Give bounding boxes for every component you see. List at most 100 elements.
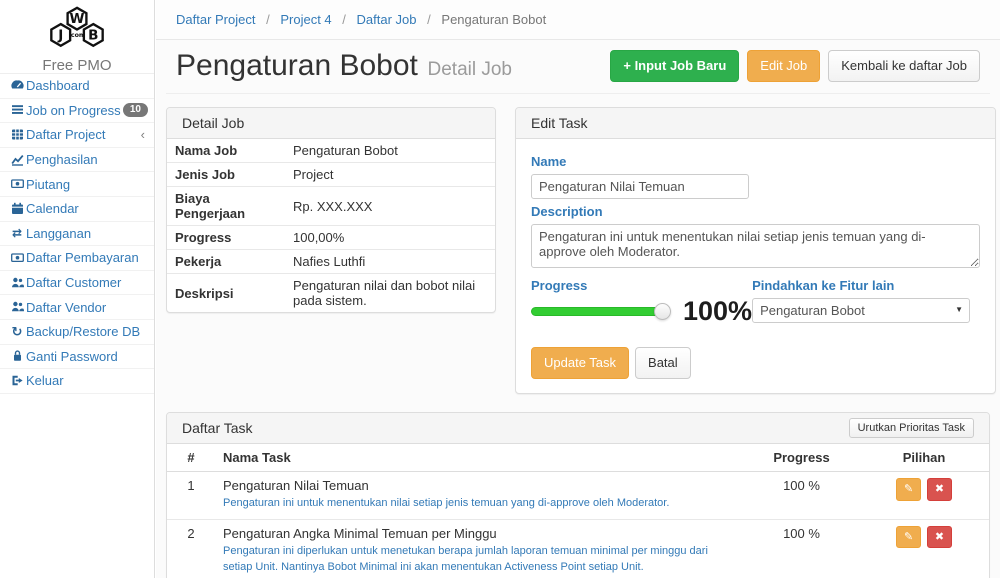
breadcrumb-link-daftar-project[interactable]: Daftar Project bbox=[176, 12, 255, 27]
progress-percent-value: 100% bbox=[683, 298, 752, 325]
money-icon bbox=[8, 177, 26, 191]
users-icon bbox=[8, 276, 26, 290]
users-icon bbox=[8, 300, 26, 314]
sidebar-menu: Dashboard Job on Progress 10 Daftar Proj… bbox=[0, 74, 154, 394]
pindahkan-label: Pindahkan ke Fitur lain bbox=[752, 278, 980, 293]
sidebar-item-backup-restore[interactable]: ↻ Backup/Restore DB bbox=[0, 320, 154, 345]
detail-label: Nama Job bbox=[167, 139, 285, 163]
input-job-baru-label: Input Job Baru bbox=[635, 58, 727, 73]
sidebar-item-daftar-project[interactable]: Daftar Project ‹ bbox=[0, 123, 154, 148]
column-header-progress: Progress bbox=[744, 444, 859, 472]
batal-button[interactable]: Batal bbox=[635, 347, 691, 379]
sidebar-item-label: Daftar Project bbox=[26, 127, 141, 142]
sidebar-item-label: Daftar Pembayaran bbox=[26, 250, 148, 265]
column-header-pilihan: Pilihan bbox=[859, 444, 989, 472]
breadcrumb-separator: / bbox=[420, 12, 438, 27]
update-task-button[interactable]: Update Task bbox=[531, 347, 629, 379]
sidebar-item-piutang[interactable]: Piutang bbox=[0, 172, 154, 197]
progress-slider[interactable] bbox=[531, 307, 663, 316]
job-count-badge: 10 bbox=[123, 103, 148, 117]
table-row: 1 Pengaturan Nilai Temuan Pengaturan ini… bbox=[167, 472, 989, 520]
task-num: 1 bbox=[167, 472, 215, 520]
chevron-left-icon: ‹ bbox=[141, 127, 148, 142]
brand-name: Free PMO bbox=[0, 57, 154, 74]
table-row: Biaya Pengerjaan Rp. XXX.XXX bbox=[167, 187, 495, 226]
column-header-num: # bbox=[167, 444, 215, 472]
page: W J B .com Free PMO Dashboard Job on Pro… bbox=[0, 0, 1000, 578]
detail-job-table: Nama Job Pengaturan Bobot Jenis Job Proj… bbox=[167, 139, 495, 312]
delete-task-button[interactable]: ✖ bbox=[927, 526, 952, 548]
table-icon bbox=[8, 128, 26, 142]
sidebar-item-job-on-progress[interactable]: Job on Progress 10 bbox=[0, 99, 154, 124]
progress-slider-handle[interactable] bbox=[654, 303, 671, 320]
task-progress: 100 % bbox=[744, 519, 859, 578]
calendar-icon bbox=[8, 202, 26, 216]
list-icon bbox=[8, 103, 26, 117]
sidebar-item-daftar-pembayaran[interactable]: Daftar Pembayaran bbox=[0, 246, 154, 271]
x-icon: ✖ bbox=[935, 531, 944, 543]
delete-task-button[interactable]: ✖ bbox=[927, 478, 952, 500]
sidebar-item-label: Calendar bbox=[26, 201, 148, 216]
sidebar-item-ganti-password[interactable]: Ganti Password bbox=[0, 345, 154, 370]
sidebar-item-daftar-customer[interactable]: Daftar Customer bbox=[0, 271, 154, 296]
detail-label: Biaya Pengerjaan bbox=[167, 187, 285, 226]
logo[interactable]: W J B .com Free PMO bbox=[0, 0, 154, 74]
kembali-ke-daftar-job-button[interactable]: Kembali ke daftar Job bbox=[828, 50, 980, 82]
sidebar-item-keluar[interactable]: Keluar bbox=[0, 369, 154, 394]
detail-value: Nafies Luthfi bbox=[285, 250, 495, 274]
sidebar-item-langganan[interactable]: ⇄ Langganan bbox=[0, 222, 154, 247]
edit-job-button[interactable]: Edit Job bbox=[747, 50, 820, 82]
table-row: 2 Pengaturan Angka Minimal Temuan per Mi… bbox=[167, 519, 989, 578]
breadcrumb-separator: / bbox=[335, 12, 353, 27]
detail-value: Rp. XXX.XXX bbox=[285, 187, 495, 226]
edit-task-button[interactable]: ✎ bbox=[896, 478, 921, 500]
task-table: # Nama Task Progress Pilihan 1 Pengatura… bbox=[167, 444, 989, 578]
sidebar-item-penghasilan[interactable]: Penghasilan bbox=[0, 148, 154, 173]
table-row: Pekerja Nafies Luthfi bbox=[167, 250, 495, 274]
sidebar-item-label: Langganan bbox=[26, 226, 148, 241]
refresh-icon: ↻ bbox=[8, 324, 26, 340]
gauge-icon bbox=[8, 79, 26, 93]
detail-value: 100,00% bbox=[285, 226, 495, 250]
detail-label: Jenis Job bbox=[167, 163, 285, 187]
breadcrumb-separator: / bbox=[259, 12, 277, 27]
detail-value: Pengaturan Bobot bbox=[285, 139, 495, 163]
retweet-icon: ⇄ bbox=[8, 226, 26, 240]
task-progress: 100 % bbox=[744, 472, 859, 520]
sidebar-item-label: Dashboard bbox=[26, 78, 148, 93]
sidebar-item-dashboard[interactable]: Dashboard bbox=[0, 74, 154, 99]
page-title-block: Pengaturan Bobot Detail Job bbox=[176, 49, 512, 83]
jwb-logo-icon: W J B .com bbox=[29, 6, 125, 53]
task-num: 2 bbox=[167, 519, 215, 578]
pindahkan-select[interactable]: Pengaturan Bobot bbox=[752, 298, 970, 323]
sidebar-item-daftar-vendor[interactable]: Daftar Vendor bbox=[0, 295, 154, 320]
breadcrumb: Daftar Project / Project 4 / Daftar Job … bbox=[156, 0, 1000, 40]
sidebar-item-label: Ganti Password bbox=[26, 349, 148, 364]
breadcrumb-link-project-4[interactable]: Project 4 bbox=[280, 12, 331, 27]
table-row: Nama Job Pengaturan Bobot bbox=[167, 139, 495, 163]
sidebar-item-calendar[interactable]: Calendar bbox=[0, 197, 154, 222]
task-description: Pengaturan ini untuk menentukan nilai se… bbox=[223, 495, 736, 512]
detail-label: Deskripsi bbox=[167, 274, 285, 313]
task-table-header-row: # Nama Task Progress Pilihan bbox=[167, 444, 989, 472]
name-label: Name bbox=[531, 154, 980, 169]
svg-text:.com: .com bbox=[68, 32, 85, 39]
breadcrumb-current: Pengaturan Bobot bbox=[441, 12, 546, 27]
svg-text:J: J bbox=[57, 27, 63, 43]
x-icon: ✖ bbox=[935, 483, 944, 495]
pencil-icon: ✎ bbox=[904, 531, 913, 543]
input-job-baru-button[interactable]: + Input Job Baru bbox=[610, 50, 739, 82]
edit-task-panel-title: Edit Task bbox=[516, 108, 995, 139]
edit-task-button[interactable]: ✎ bbox=[896, 526, 921, 548]
sidebar-item-label: Keluar bbox=[26, 373, 148, 388]
description-label: Description bbox=[531, 204, 980, 219]
daftar-task-panel: Daftar Task Urutkan Prioritas Task # Nam… bbox=[166, 412, 990, 578]
breadcrumb-link-daftar-job[interactable]: Daftar Job bbox=[357, 12, 417, 27]
sidebar-item-label: Daftar Vendor bbox=[26, 300, 148, 315]
edit-task-panel: Edit Task Name Description Pengaturan in… bbox=[515, 107, 996, 394]
daftar-task-panel-title: Daftar Task bbox=[182, 420, 253, 436]
task-name-input[interactable] bbox=[531, 174, 749, 199]
urutkan-prioritas-task-button[interactable]: Urutkan Prioritas Task bbox=[849, 418, 974, 438]
task-description-textarea[interactable]: Pengaturan ini untuk menentukan nilai se… bbox=[531, 224, 980, 268]
sidebar-item-label: Penghasilan bbox=[26, 152, 148, 167]
